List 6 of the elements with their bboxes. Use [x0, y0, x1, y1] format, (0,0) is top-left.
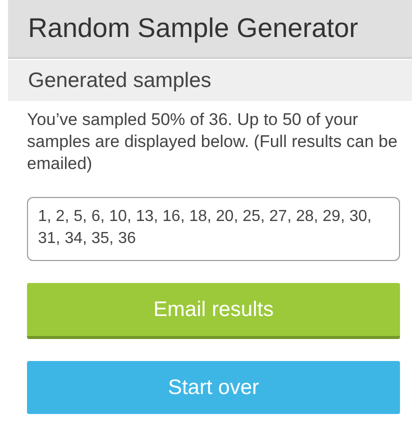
description-text: You’ve sampled 50% of 36. Up to 50 of your samples are displayed below. (Full results can be emailed): [27, 109, 398, 175]
start-over-button[interactable]: Start over: [27, 361, 400, 414]
section-title: Generated samples: [28, 68, 212, 92]
app-title: Random Sample Generator: [28, 13, 358, 44]
email-button[interactable]: Email results: [27, 283, 400, 339]
results-field[interactable]: 1, 2, 5, 6, 10, 13, 16, 18, 20, 25, 27, 28, 29, 30, 31, 34, 35, 36: [27, 197, 400, 261]
